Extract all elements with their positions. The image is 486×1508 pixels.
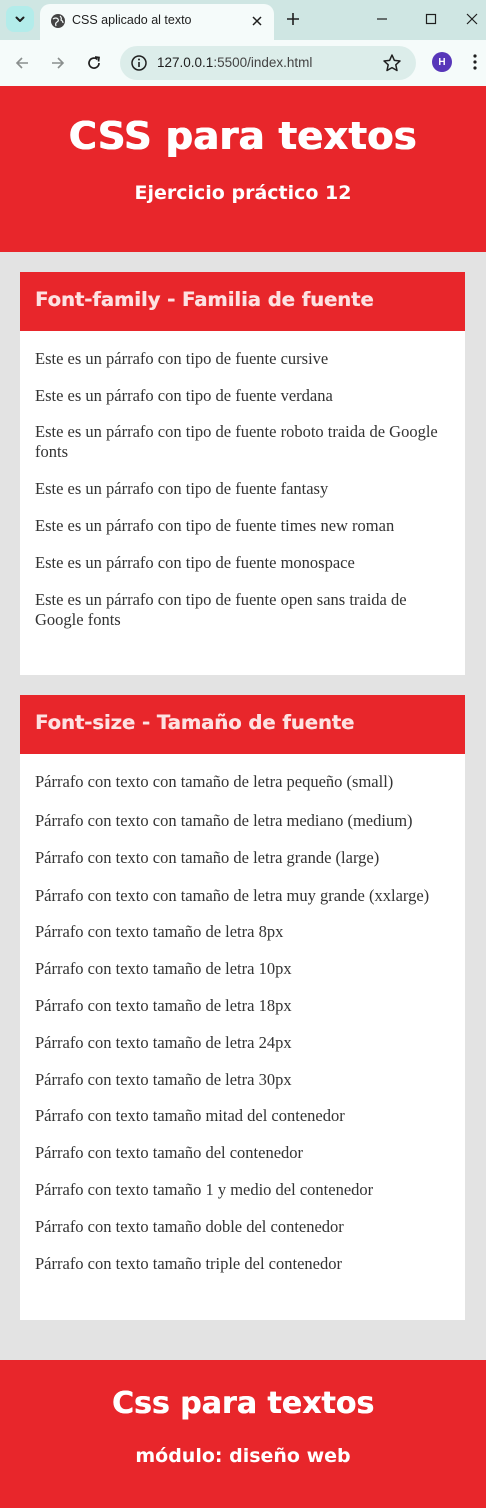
browser-toolbar: 127.0.0.1:5500/index.html: [0, 40, 486, 86]
minimize-icon: [377, 18, 387, 20]
paragraph: Este es un párrafo con tipo de fuente op…: [35, 590, 407, 629]
browser-tab-active[interactable]: CSS aplicado al texto: [40, 4, 274, 40]
paragraph: Este es un párrafo con tipo de fuente ro…: [35, 422, 438, 461]
url-host: 127.0.0.1: [157, 55, 214, 70]
paragraph: Párrafo con texto tamaño mitad del conte…: [35, 1106, 345, 1125]
paragraph: Este es un párrafo con tipo de fuente mo…: [35, 553, 355, 572]
paragraph: Este es un párrafo con tipo de fuente ve…: [35, 386, 333, 405]
paragraph: Párrafo con texto tamaño doble del conte…: [35, 1217, 344, 1236]
page-header: CSS para textos Ejercicio práctico 12: [0, 86, 486, 252]
paragraph: Párrafo con texto tamaño del contenedor: [35, 1143, 304, 1162]
reload-button[interactable]: [82, 51, 106, 75]
footer-subtitle: módulo: diseño web: [135, 1445, 351, 1467]
close-icon: [252, 16, 262, 26]
paragraph: Este es un párrafo con tipo de fuente cu…: [35, 349, 329, 368]
paragraph: Párrafo con texto tamaño de letra 8px: [35, 922, 284, 941]
window-close-button[interactable]: [458, 6, 486, 32]
paragraph: Párrafo con texto tamaño de letra 24px: [35, 1033, 292, 1052]
paragraph: Párrafo con texto tamaño triple del cont…: [35, 1254, 342, 1273]
paragraph: Párrafo con texto con tamaño de letra pe…: [35, 772, 394, 791]
paragraph: Párrafo con texto con tamaño de letra gr…: [35, 848, 380, 867]
forward-icon: [52, 57, 65, 69]
page-footer: Css para textos módulo: diseño web: [0, 1360, 486, 1508]
browser-tabstrip: CSS aplicado al texto: [0, 0, 486, 40]
tab-close-button[interactable]: [248, 12, 266, 30]
kebab-menu-icon: [473, 54, 477, 70]
paragraph: Párrafo con texto con tamaño de letra mu…: [35, 886, 430, 905]
star-icon[interactable]: [382, 53, 402, 73]
tab-search-button[interactable]: [6, 6, 34, 32]
section-font-family: Font-family - Familia de fuente Este es …: [20, 272, 465, 675]
globe-icon: [51, 14, 65, 28]
plus-icon: [287, 13, 299, 25]
address-bar[interactable]: 127.0.0.1:5500/index.html: [120, 46, 416, 80]
forward-button[interactable]: [46, 51, 70, 75]
reload-icon: [88, 56, 100, 69]
paragraph: Este es un párrafo con tipo de fuente ti…: [35, 516, 395, 535]
tab-title: CSS aplicado al texto: [72, 13, 192, 27]
page-viewport: CSS para textos Ejercicio práctico 12 Fo…: [0, 86, 486, 1508]
back-icon: [15, 57, 28, 69]
paragraph: Este es un párrafo con tipo de fuente fa…: [35, 479, 329, 498]
paragraph: Párrafo con texto tamaño de letra 30px: [35, 1070, 292, 1089]
paragraph: Párrafo con texto tamaño de letra 18px: [35, 996, 292, 1015]
page-subtitle: Ejercicio práctico 12: [134, 182, 352, 204]
paragraph: Párrafo con texto tamaño de letra 10px: [35, 959, 292, 978]
maximize-button[interactable]: [417, 6, 445, 32]
footer-title: Css para textos: [111, 1386, 375, 1421]
maximize-icon: [425, 13, 437, 25]
paragraph: Párrafo con texto con tamaño de letra me…: [35, 811, 413, 830]
section-heading: Font-size - Tamaño de fuente: [35, 711, 355, 734]
page-title: CSS para textos: [68, 114, 418, 158]
window-close-icon: [466, 13, 478, 25]
minimize-button[interactable]: [368, 6, 396, 32]
section-header: Font-family - Familia de fuente: [20, 272, 465, 331]
info-icon[interactable]: [130, 54, 148, 72]
browser-menu-button[interactable]: [468, 51, 482, 73]
paragraph: Párrafo con texto tamaño 1 y medio del c…: [35, 1180, 374, 1199]
section-font-size: Font-size - Tamaño de fuente Párrafo con…: [20, 695, 465, 1320]
tab-search-icon: [15, 16, 25, 22]
new-tab-button[interactable]: [282, 8, 304, 30]
url-path: :5500/index.html: [213, 55, 313, 70]
profile-avatar[interactable]: H: [432, 52, 452, 72]
back-button[interactable]: [10, 51, 34, 75]
section-header: Font-size - Tamaño de fuente: [20, 695, 465, 754]
url-text: 127.0.0.1:5500/index.html: [157, 55, 312, 70]
section-heading: Font-family - Familia de fuente: [35, 288, 374, 311]
